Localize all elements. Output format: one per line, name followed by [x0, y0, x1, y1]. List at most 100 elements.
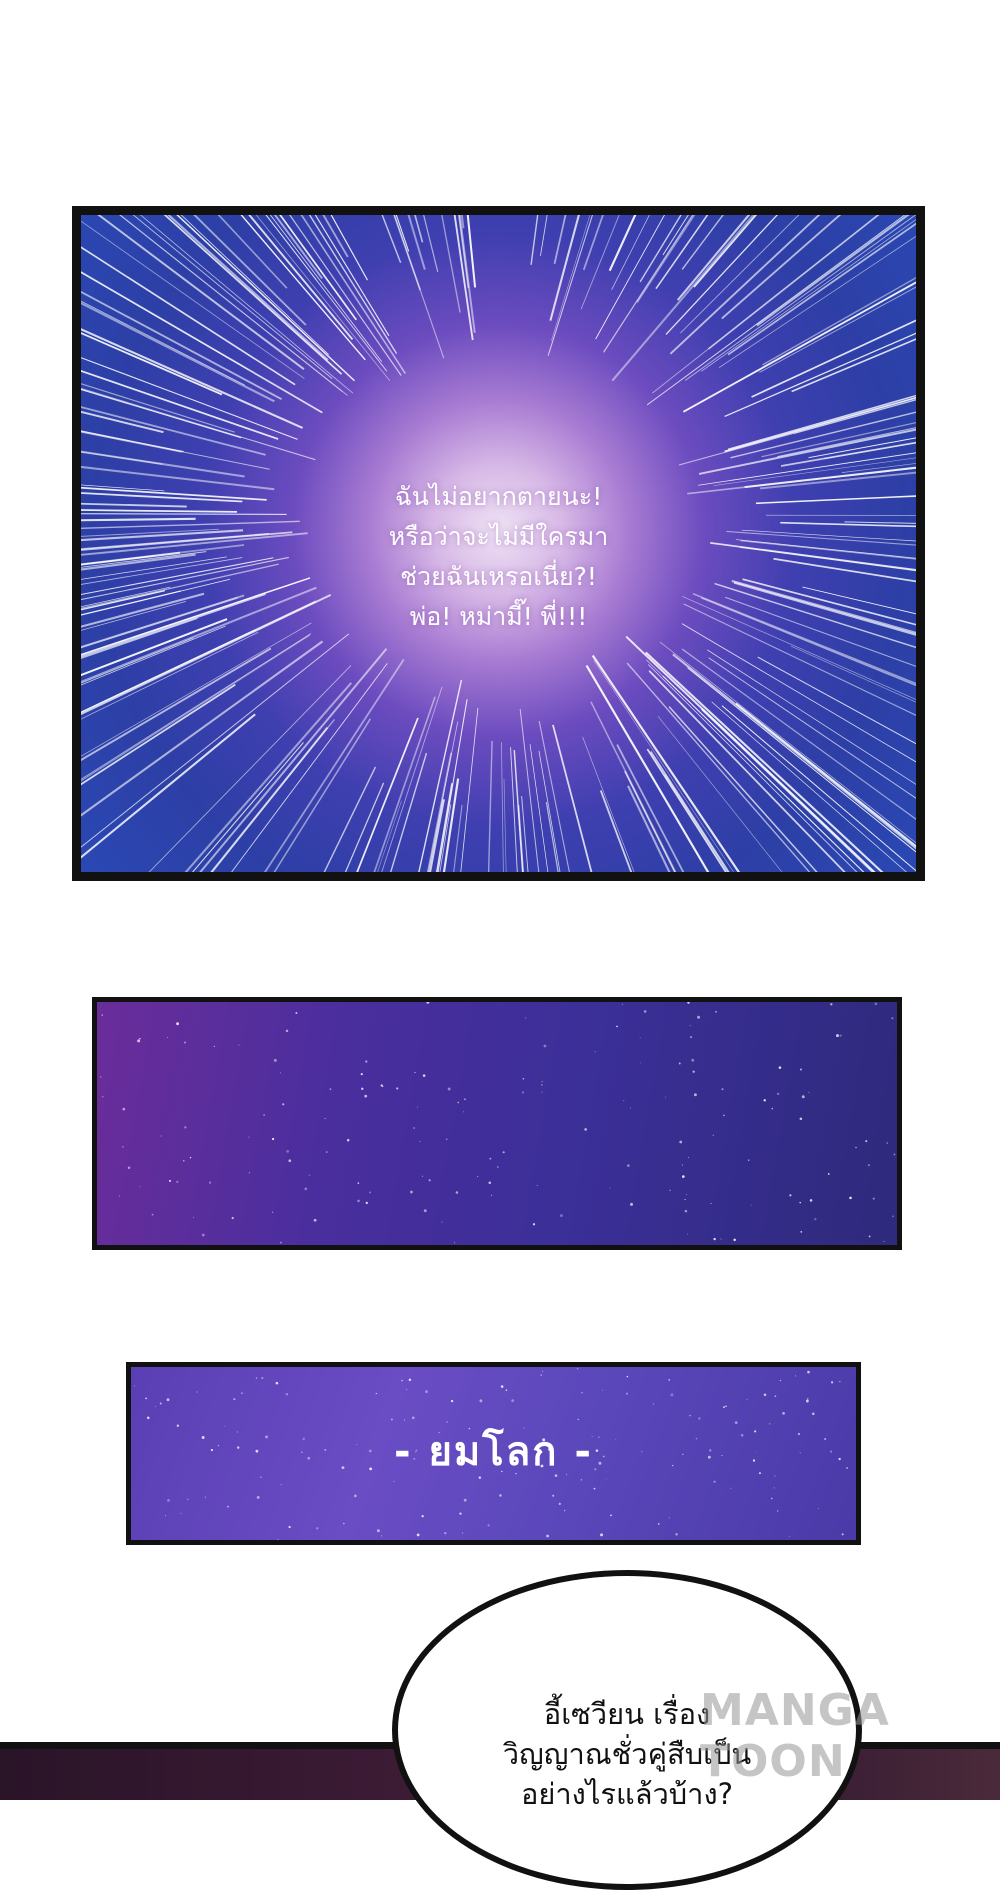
star	[276, 1382, 279, 1385]
speed-line	[725, 244, 916, 416]
star	[771, 1498, 773, 1500]
star	[160, 1402, 162, 1404]
star	[100, 1076, 101, 1077]
star	[286, 1393, 289, 1396]
star	[489, 1158, 491, 1160]
star	[366, 1202, 368, 1204]
star	[774, 1487, 775, 1488]
speed-line	[699, 376, 916, 474]
star	[248, 1137, 249, 1138]
star	[288, 1526, 290, 1528]
star	[842, 1533, 844, 1535]
star	[622, 1004, 623, 1005]
star	[249, 1172, 250, 1173]
star	[865, 1140, 867, 1142]
star	[233, 1398, 235, 1400]
star	[278, 1539, 279, 1540]
speed-line	[763, 215, 916, 365]
speed-line	[625, 771, 770, 872]
speed-line	[665, 774, 834, 872]
speed-line	[81, 411, 162, 465]
star	[730, 1488, 731, 1489]
star	[789, 1194, 791, 1196]
star	[272, 1138, 274, 1140]
star	[653, 1403, 654, 1404]
star	[584, 1128, 587, 1131]
star	[658, 1523, 660, 1525]
star	[272, 1212, 273, 1213]
speed-line	[550, 215, 654, 321]
star	[669, 1190, 670, 1191]
star	[441, 1221, 442, 1222]
star	[886, 1142, 888, 1144]
star	[202, 1234, 205, 1237]
speed-line	[423, 215, 475, 333]
star	[679, 1063, 681, 1065]
star	[670, 1393, 673, 1396]
star	[533, 1223, 535, 1225]
star	[227, 1506, 229, 1508]
star	[546, 1535, 549, 1538]
star	[690, 1036, 692, 1038]
speed-line	[113, 215, 386, 371]
speed-line	[397, 783, 452, 872]
star	[347, 1139, 349, 1141]
star	[594, 1051, 595, 1052]
star	[764, 1099, 766, 1101]
speed-line	[555, 215, 630, 264]
star	[525, 1017, 526, 1018]
watermark-logo: MANGA TOON	[700, 1685, 1000, 1787]
star	[711, 1203, 712, 1204]
star	[594, 1488, 596, 1490]
star	[802, 1095, 805, 1098]
star	[501, 1385, 504, 1388]
star	[682, 1164, 683, 1165]
speed-line	[504, 779, 512, 872]
speed-line	[501, 742, 507, 872]
star	[627, 1164, 630, 1167]
star	[616, 1026, 618, 1028]
speed-line	[651, 751, 835, 872]
star	[381, 1084, 383, 1086]
star	[685, 1210, 688, 1213]
star	[686, 1194, 687, 1195]
star	[764, 1394, 767, 1397]
star	[155, 1406, 156, 1407]
star	[181, 1513, 182, 1514]
star	[644, 1010, 647, 1013]
star	[693, 1071, 695, 1073]
star	[630, 1108, 631, 1109]
star	[176, 1181, 178, 1183]
speed-line	[81, 623, 311, 850]
star	[795, 1375, 796, 1376]
speed-line	[531, 215, 576, 265]
star	[836, 1034, 839, 1037]
speed-line	[86, 742, 303, 872]
star	[875, 1002, 878, 1005]
star	[541, 1084, 543, 1086]
star	[122, 1146, 124, 1148]
star	[807, 1398, 809, 1400]
star	[489, 1182, 492, 1185]
star	[381, 1535, 382, 1536]
speed-line	[275, 718, 417, 872]
speed-line	[658, 716, 890, 872]
star	[891, 1017, 893, 1019]
speed-line	[124, 215, 322, 278]
star	[630, 1203, 633, 1206]
star	[723, 1406, 725, 1408]
star	[782, 1412, 785, 1415]
speed-line	[304, 215, 408, 251]
star	[602, 1390, 603, 1391]
speed-line	[81, 215, 354, 381]
star	[238, 1044, 239, 1045]
star	[479, 1399, 482, 1402]
star	[626, 1393, 628, 1395]
star	[358, 1182, 360, 1184]
star	[232, 1217, 234, 1219]
star	[800, 1069, 802, 1071]
speed-line	[520, 709, 565, 872]
star	[102, 1096, 103, 1097]
star	[665, 1097, 666, 1098]
star	[560, 1214, 563, 1217]
